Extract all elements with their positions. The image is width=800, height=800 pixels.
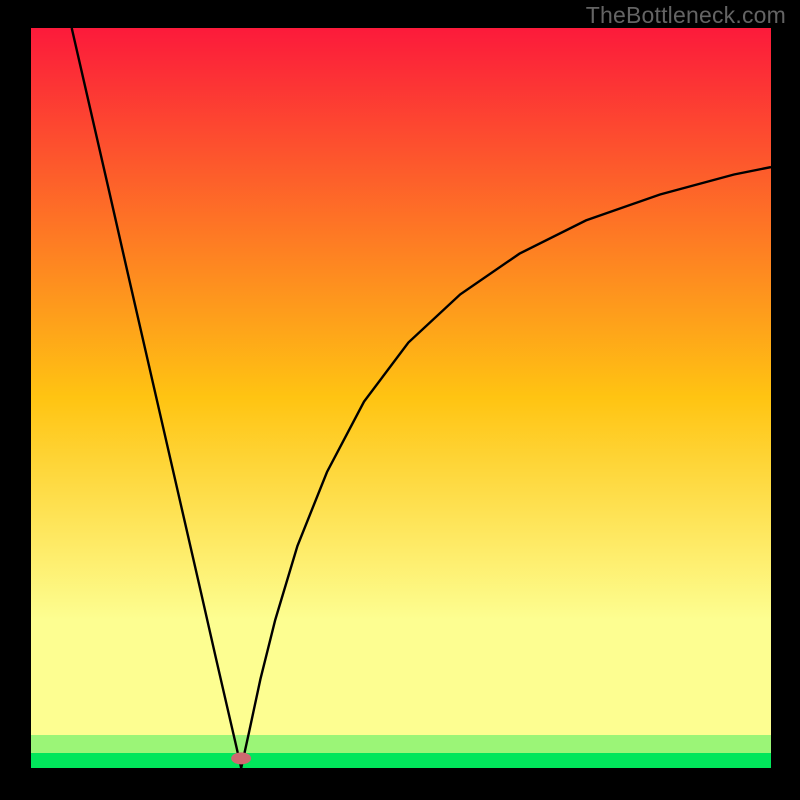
vertex-marker <box>231 752 251 764</box>
plot-background <box>31 28 771 768</box>
plot-green-band <box>31 752 771 768</box>
watermark-label: TheBottleneck.com <box>586 2 786 29</box>
plot-green-fade <box>31 735 771 753</box>
chart-svg <box>0 0 800 800</box>
chart-container: TheBottleneck.com <box>0 0 800 800</box>
